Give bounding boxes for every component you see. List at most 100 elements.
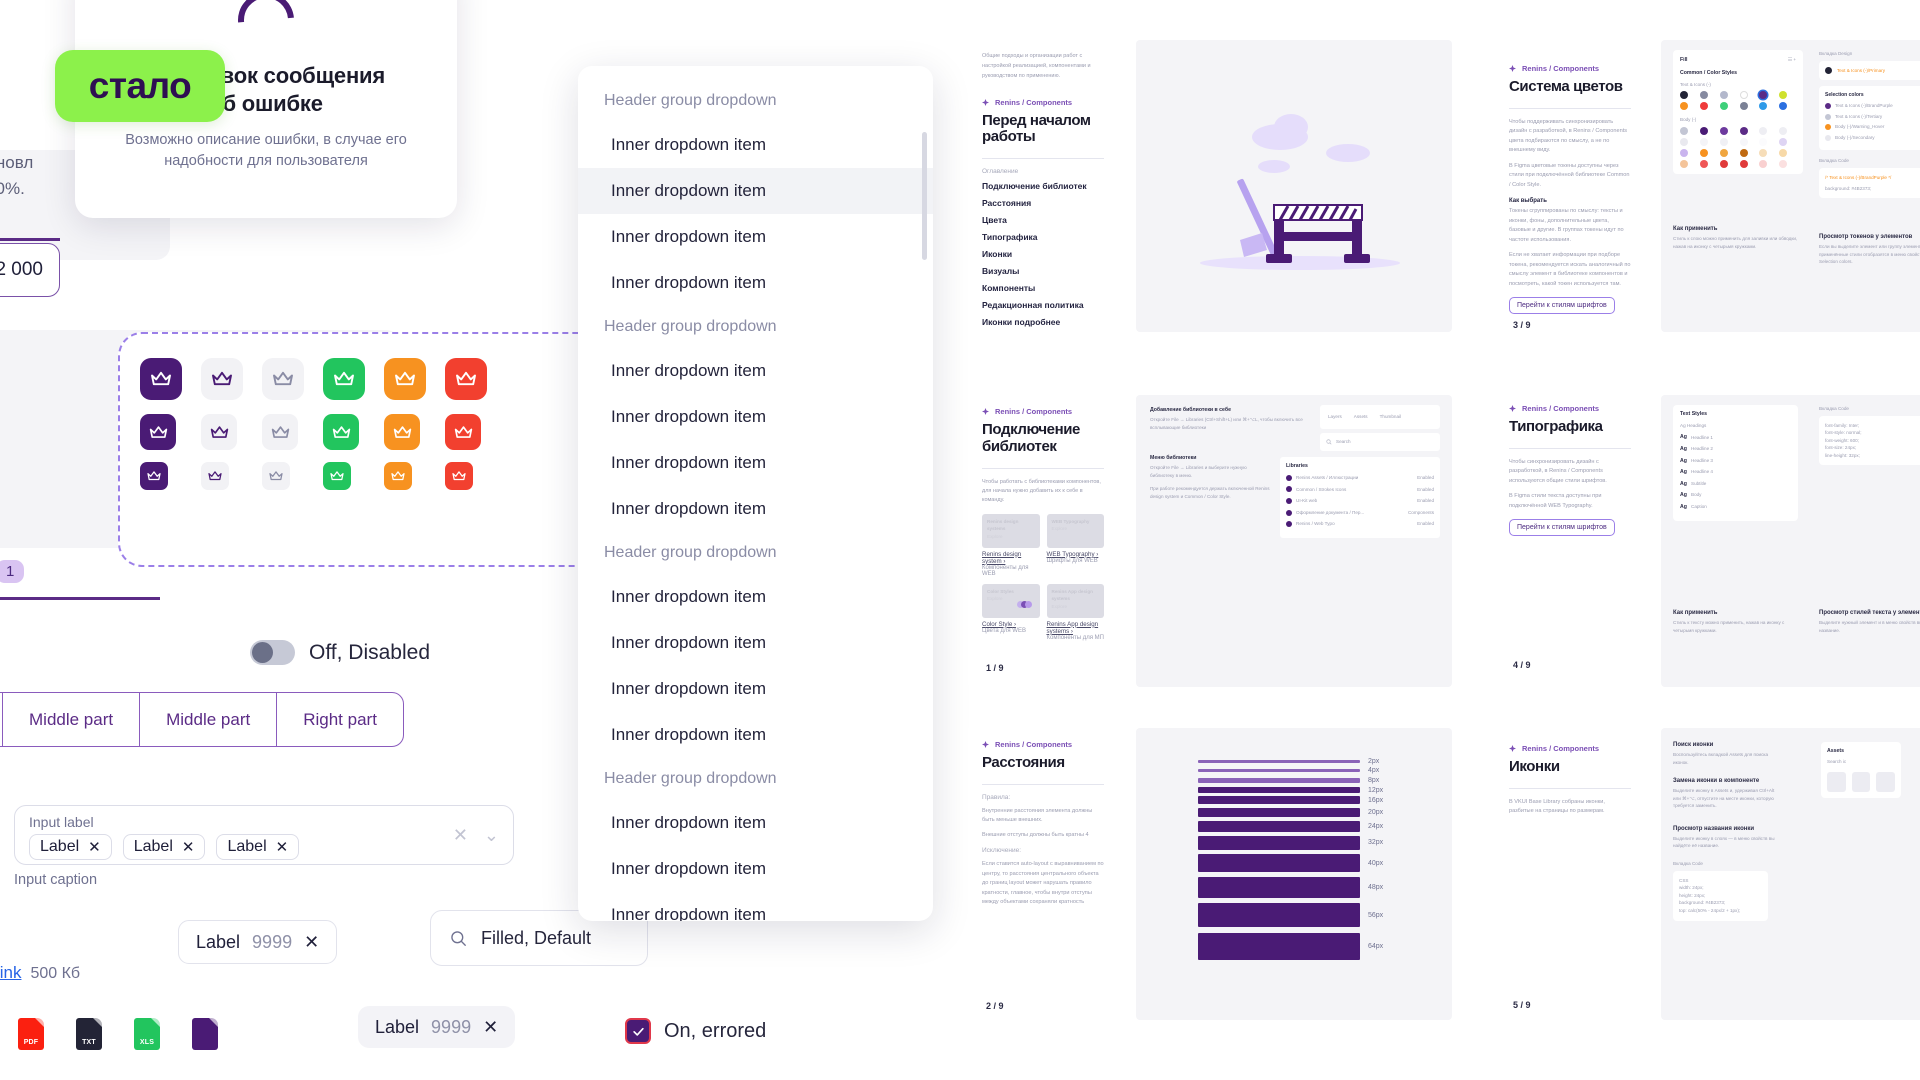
icon-button-crown[interactable] bbox=[445, 358, 487, 400]
segment-3[interactable]: Right part bbox=[276, 692, 404, 747]
icon-button-crown[interactable] bbox=[140, 358, 182, 400]
color-swatch[interactable] bbox=[1779, 102, 1788, 111]
icon-button-crown[interactable] bbox=[140, 414, 176, 450]
icon-button-crown[interactable] bbox=[445, 414, 481, 450]
library-link[interactable]: Renins design system › bbox=[982, 551, 1040, 565]
icon-button-crown[interactable] bbox=[262, 358, 304, 400]
libraries-detail-card[interactable]: Добавление библиотеки в себе Откройте Fi… bbox=[1136, 395, 1452, 687]
selection-color-row[interactable]: Body (-)/Secondary bbox=[1825, 134, 1920, 142]
color-swatch[interactable] bbox=[1719, 159, 1728, 168]
color-swatch[interactable] bbox=[1699, 148, 1708, 157]
selection-color-row[interactable]: Text & Icons (-)/Tertiary bbox=[1825, 113, 1920, 121]
dropdown-item[interactable]: Inner dropdown item bbox=[578, 800, 933, 846]
color-swatch[interactable] bbox=[1759, 148, 1768, 157]
text-style-row[interactable]: Ag Caption bbox=[1680, 503, 1791, 511]
tab-fragment[interactable]: e 1 bbox=[0, 560, 25, 583]
library-link[interactable]: Renins App design systems › bbox=[1047, 621, 1105, 635]
construction-illustration-card[interactable] bbox=[1136, 40, 1452, 332]
color-swatch[interactable] bbox=[1759, 126, 1768, 135]
doc-card-icons[interactable]: Renins / Components Иконки В VKUI Base L… bbox=[1495, 732, 1645, 1022]
toc-item[interactable]: Типографика bbox=[982, 232, 1104, 242]
multiselect-input[interactable]: Input label Label ✕ Label ✕ Label ✕ ✕ ⌄ bbox=[14, 805, 514, 865]
color-swatch[interactable] bbox=[1699, 137, 1708, 146]
checkbox-row[interactable]: On, errored bbox=[625, 1018, 766, 1044]
chevron-down-icon[interactable]: ⌄ bbox=[484, 825, 499, 846]
grid-plus-icons[interactable]: ☷ + bbox=[1788, 56, 1796, 64]
dropdown-item[interactable]: Inner dropdown item bbox=[578, 440, 933, 486]
pdf-file-icon[interactable]: PDF bbox=[18, 1018, 44, 1050]
txt-file-icon[interactable]: TXT bbox=[76, 1018, 102, 1050]
library-tile[interactable]: Renins App design systems Explore Renins A… bbox=[1046, 583, 1105, 641]
color-swatch[interactable] bbox=[1680, 159, 1688, 168]
vertical-scrollbar[interactable] bbox=[922, 132, 927, 260]
multiselect-chip[interactable]: Label ✕ bbox=[122, 834, 206, 860]
asset-thumb[interactable] bbox=[1851, 771, 1871, 792]
color-swatch[interactable] bbox=[1680, 91, 1688, 100]
icon-button-crown[interactable] bbox=[201, 462, 229, 490]
segment-1[interactable]: Middle part bbox=[2, 692, 140, 747]
external-link[interactable]: al link bbox=[0, 963, 21, 983]
color-swatch[interactable] bbox=[1739, 126, 1748, 135]
toggle-row[interactable]: Off, Disabled bbox=[250, 640, 430, 665]
doc-card-typography[interactable]: Renins / Components Типографика Чтобы си… bbox=[1495, 392, 1645, 682]
tab-assets[interactable]: Assets bbox=[1354, 413, 1368, 421]
close-icon[interactable]: ✕ bbox=[182, 838, 195, 856]
toc-item[interactable]: Подключение библиотек bbox=[982, 181, 1104, 191]
selection-color-row[interactable]: Body (-)/Warning_Hover bbox=[1825, 123, 1920, 131]
dropdown-item[interactable]: Inner dropdown item bbox=[578, 846, 933, 892]
color-swatch[interactable] bbox=[1739, 159, 1748, 168]
library-tile[interactable]: Renins design systems Explore Renins desig… bbox=[982, 513, 1040, 577]
icon-button-crown[interactable] bbox=[262, 462, 290, 490]
spacing-scale-card[interactable]: 2px 4px 8px 12px 16px 20px 24px 32px 40px 48px 56p… bbox=[1136, 728, 1452, 1020]
doc-card-colors[interactable]: Renins / Components Система цветов Чтобы… bbox=[1495, 52, 1645, 342]
close-icon[interactable]: ✕ bbox=[483, 1017, 498, 1038]
colors-detail-card[interactable]: Fill ☷ + Common / Color Styles Text & Ic… bbox=[1661, 40, 1920, 332]
asset-thumb[interactable] bbox=[1876, 771, 1896, 792]
tab-thumbnail[interactable]: Thumbnail bbox=[1380, 413, 1401, 421]
icon-button-crown[interactable] bbox=[445, 462, 473, 490]
color-swatch[interactable] bbox=[1699, 91, 1708, 100]
icon-button-crown[interactable] bbox=[323, 462, 351, 490]
library-link[interactable]: Color Style › bbox=[982, 621, 1040, 628]
color-swatch[interactable] bbox=[1759, 102, 1768, 111]
library-row[interactable]: Renins / Web Typo Enabled bbox=[1286, 520, 1434, 528]
dropdown-item[interactable]: Inner dropdown item bbox=[578, 486, 933, 532]
generic-file-icon[interactable] bbox=[192, 1018, 218, 1050]
typography-detail-card[interactable]: Text Styles Ag Headings Ag Headline 1 Ag He… bbox=[1661, 395, 1920, 687]
multiselect-chip[interactable]: Label ✕ bbox=[216, 834, 300, 860]
number-input[interactable]: 12 000 bbox=[0, 243, 60, 297]
dropdown-item[interactable]: Inner dropdown item bbox=[578, 666, 933, 712]
library-tile[interactable]: Color Styles Explore Color Style › Цвета дл… bbox=[982, 583, 1040, 641]
color-swatch[interactable] bbox=[1699, 102, 1708, 111]
toc-item[interactable]: Иконки bbox=[982, 249, 1104, 259]
color-swatch[interactable] bbox=[1719, 126, 1728, 135]
icon-button-crown[interactable] bbox=[323, 414, 359, 450]
color-swatch[interactable] bbox=[1779, 137, 1788, 146]
icon-button-crown[interactable] bbox=[262, 414, 298, 450]
color-swatch[interactable] bbox=[1680, 102, 1688, 111]
multiselect-chip[interactable]: Label ✕ bbox=[29, 834, 112, 860]
counter-chip-outlined[interactable]: Label 9999 ✕ bbox=[178, 920, 338, 964]
toc-item[interactable]: Расстояния bbox=[982, 198, 1104, 208]
doc-card-spacing[interactable]: Renins / Components Расстояния Правила: … bbox=[968, 728, 1118, 1023]
goto-font-styles-button[interactable]: Перейти к стилям шрифтов bbox=[1509, 297, 1615, 315]
dropdown-item[interactable]: Inner dropdown item bbox=[578, 348, 933, 394]
color-swatch[interactable] bbox=[1719, 137, 1728, 146]
text-style-row[interactable]: Ag Body bbox=[1680, 491, 1791, 499]
icon-button-crown[interactable] bbox=[384, 414, 420, 450]
color-swatch[interactable] bbox=[1739, 102, 1748, 111]
library-row[interactable]: Renins Assets / Иллюстрации Enabled bbox=[1286, 474, 1434, 482]
dropdown-item[interactable]: Inner dropdown item bbox=[578, 214, 933, 260]
library-row[interactable]: Common / Strokes Icons Enabled bbox=[1286, 486, 1434, 494]
dropdown-item[interactable]: Inner dropdown item bbox=[578, 394, 933, 440]
dropdown-item[interactable]: Inner dropdown item bbox=[578, 168, 933, 214]
dropdown-item[interactable]: Inner dropdown item bbox=[578, 260, 933, 306]
color-swatch[interactable] bbox=[1739, 91, 1748, 100]
checkbox-box[interactable] bbox=[625, 1018, 651, 1044]
selection-color-row[interactable]: Text & Icons (-)/BrandPurple bbox=[1825, 102, 1920, 110]
icon-button-crown[interactable] bbox=[201, 414, 237, 450]
icon-button-crown[interactable] bbox=[201, 358, 243, 400]
close-icon[interactable]: ✕ bbox=[453, 825, 468, 846]
toc-item[interactable]: Компоненты bbox=[982, 283, 1104, 293]
segmented-control[interactable]: Middle part Middle part Right part bbox=[0, 692, 404, 747]
